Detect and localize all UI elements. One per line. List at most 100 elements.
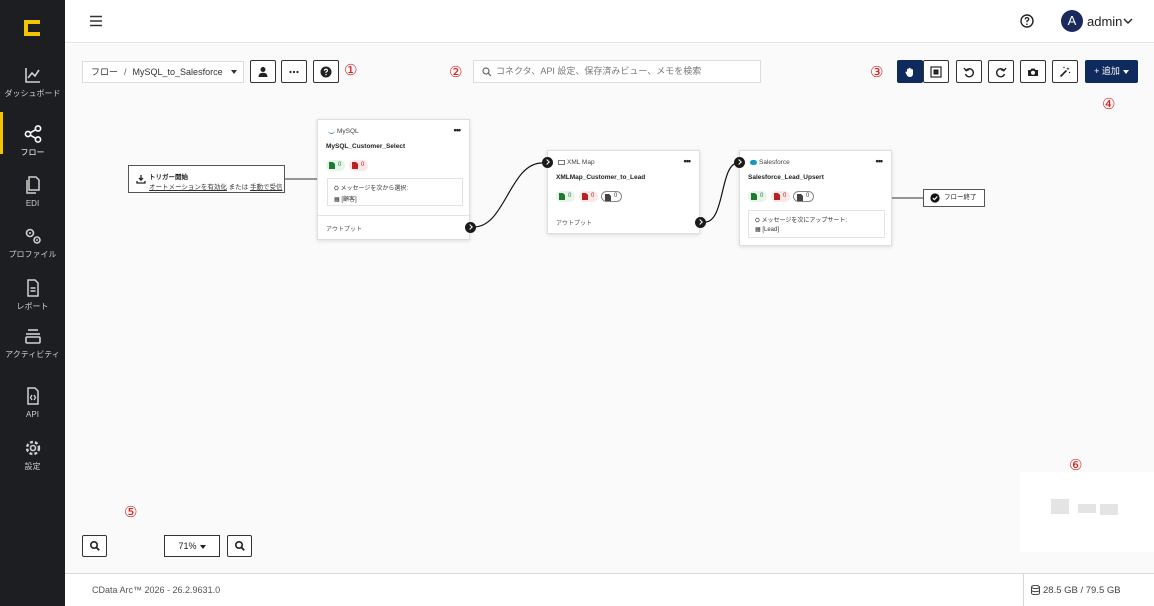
message-select-value: ▦ [顧客] [334, 197, 357, 203]
queued-count-badge[interactable]: 0 [601, 191, 623, 202]
username[interactable]: admin [1087, 14, 1122, 29]
sidebar-item-label: 設定 [24, 462, 41, 471]
error-count-badge[interactable]: 0 [579, 191, 599, 202]
check-circle-icon [930, 193, 940, 203]
api-file-icon [26, 387, 39, 405]
sidebar-item-label: ダッシュボード [4, 89, 61, 98]
connection-xmlmap-salesforce [704, 162, 739, 223]
trigger-title: トリガー開始 [149, 174, 188, 181]
sidebar-item-edi[interactable]: EDI [0, 175, 65, 208]
minimap-node [1100, 504, 1118, 515]
minimap-node [1078, 504, 1096, 513]
sidebar-item-label: プロファイル [8, 250, 57, 259]
sidebar-item-activity[interactable]: アクティビティ [0, 326, 65, 359]
salesforce-cloud-icon [750, 159, 757, 165]
download-icon [136, 175, 146, 184]
connector-type: XML Map [558, 159, 595, 166]
sidebar-item-label: アクティビティ [5, 350, 60, 359]
version-text: CData Arc™ 2026 - 26.2.9631.0 [92, 585, 221, 595]
report-icon [26, 279, 39, 297]
message-select-box[interactable]: ⛭ メッセージを次から選択: ▦ [顧客] [327, 178, 463, 206]
activity-layers-icon [24, 329, 41, 344]
file-success-icon [751, 193, 757, 200]
documents-icon [25, 176, 40, 194]
disk-usage-value: 28.5 GB / 79.5 GB [1043, 585, 1121, 596]
error-count-badge[interactable]: 0 [771, 191, 791, 202]
sidebar-item-dashboard[interactable]: ダッシュボード [0, 65, 65, 98]
gear-icon [25, 440, 40, 456]
salesforce-input-port[interactable] [734, 157, 745, 168]
zoom-in-icon [90, 541, 100, 551]
minimap[interactable] [1020, 472, 1154, 552]
trigger-start-node[interactable]: トリガー開始 オートメーションを有効化 または 手動で受信 [128, 165, 285, 193]
manual-receive-link[interactable]: 手動で受信 [250, 184, 283, 191]
database-icon [1031, 585, 1040, 596]
sidebar-item-api[interactable]: API [0, 386, 65, 419]
file-success-icon [329, 162, 335, 169]
sidebar-item-flow[interactable]: フロー [0, 112, 65, 157]
connector-node-xmlmap[interactable]: XML Map ••• XMLMap_Customer_to_Lead 0 0 … [547, 150, 706, 234]
message-upsert-box[interactable]: ⛭ メッセージを次にアップサート: ▦ [Lead] [748, 210, 885, 238]
output-label: アウトプット [556, 221, 593, 227]
cdata-logo-icon[interactable] [21, 17, 43, 39]
connector-name: MySQL_Customer_Select [326, 143, 406, 150]
connector-name: XMLMap_Customer_to_Lead [556, 174, 646, 181]
connector-node-mysql[interactable]: MySQL ••• MySQL_Customer_Select 0 0 ⛭ メッ… [317, 119, 476, 240]
sidebar-item-settings[interactable]: 設定 [0, 438, 65, 471]
sidebar-item-profile[interactable]: プロファイル [0, 226, 65, 259]
message-upsert-label: ⛭ メッセージを次にアップサート: [755, 218, 848, 224]
xml-map-icon [558, 159, 565, 165]
top-header: A admin [65, 0, 1154, 43]
connector-name: Salesforce_Lead_Upsert [748, 174, 824, 181]
sidebar-item-report[interactable]: レポート [0, 278, 65, 311]
zoom-out-icon [235, 541, 245, 551]
trigger-subtitle: オートメーションを有効化 または 手動で受信 [149, 181, 283, 191]
disk-usage: 28.5 GB / 79.5 GB [1023, 574, 1154, 606]
error-count-badge[interactable]: 0 [349, 160, 369, 171]
xmlmap-input-port[interactable] [542, 157, 553, 168]
connector-type: MySQL [328, 128, 359, 135]
mysql-dolphin-icon [328, 129, 335, 134]
success-count-badge[interactable]: 0 [748, 191, 768, 202]
sidebar-item-label: フロー [20, 148, 45, 157]
share-nodes-icon [24, 125, 41, 143]
node-menu-button[interactable]: ••• [684, 156, 692, 166]
enable-automation-link[interactable]: オートメーションを有効化 [149, 184, 227, 191]
minimap-node [1051, 499, 1069, 514]
caret-down-icon [199, 544, 206, 549]
zoom-level-value: 71% [178, 541, 197, 551]
output-label: アウトプット [326, 227, 363, 233]
zoom-level-select[interactable]: 71% [164, 535, 220, 557]
footer: CData Arc™ 2026 - 26.2.9631.0 28.5 GB / … [65, 573, 1154, 606]
file-error-icon [352, 162, 358, 169]
chevron-down-icon[interactable] [1123, 16, 1133, 26]
zoom-in-button[interactable] [82, 535, 107, 557]
file-success-icon [559, 193, 565, 200]
queued-count-badge[interactable]: 0 [793, 191, 815, 202]
flow-canvas[interactable]: フロー / MySQL_to_Salesforce ① ② コネクタ、API 設定、… [65, 44, 1154, 573]
node-menu-button[interactable]: ••• [454, 125, 462, 135]
output-port[interactable] [465, 222, 476, 233]
hamburger-menu-icon[interactable] [89, 15, 103, 27]
success-count-badge[interactable]: 0 [326, 160, 346, 171]
connector-type: Salesforce [750, 159, 790, 166]
annotation-5: ⑤ [124, 503, 138, 521]
file-error-icon [774, 193, 780, 200]
sidebar-item-label: レポート [16, 302, 49, 311]
avatar[interactable]: A [1061, 10, 1083, 32]
flow-connections [285, 162, 923, 228]
flow-end-label: フロー終了 [944, 194, 977, 201]
flow-end-node[interactable]: フロー終了 [923, 189, 985, 207]
help-icon[interactable] [1020, 14, 1034, 28]
connector-node-salesforce[interactable]: Salesforce ••• Salesforce_Lead_Upsert 0 … [739, 150, 892, 246]
file-icon [797, 194, 803, 201]
node-menu-button[interactable]: ••• [876, 156, 884, 166]
sidebar-item-label: API [26, 410, 39, 419]
success-count-badge[interactable]: 0 [556, 191, 576, 202]
file-icon [605, 194, 611, 201]
message-upsert-value: ▦ [Lead] [755, 227, 780, 233]
zoom-out-button[interactable] [227, 535, 252, 557]
output-port[interactable] [695, 217, 706, 228]
node-divider [318, 215, 471, 216]
file-error-icon [582, 193, 588, 200]
